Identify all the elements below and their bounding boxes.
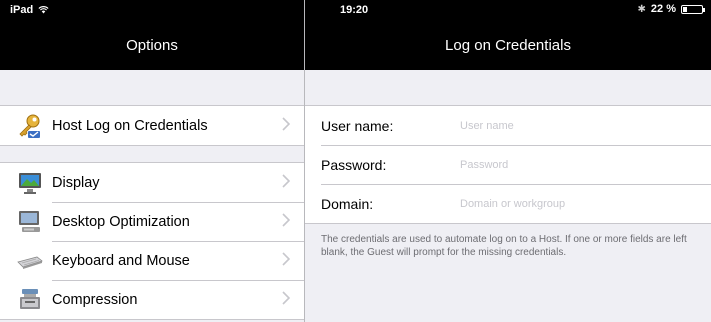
- options-group-settings: Display Desktop Optimization Keyboard an…: [0, 162, 304, 320]
- username-label: User name:: [321, 117, 394, 134]
- password-row: Password:: [305, 145, 711, 184]
- menu-item-keyboard-and-mouse[interactable]: Keyboard and Mouse: [0, 241, 304, 280]
- menu-item-label: Compression: [52, 291, 138, 308]
- wifi-icon: [38, 6, 49, 14]
- credentials-title: Log on Credentials: [445, 36, 571, 54]
- display-icon: [19, 172, 41, 194]
- domain-label: Domain:: [321, 195, 374, 212]
- domain-field[interactable]: [460, 197, 680, 210]
- options-list: Host Log on Credentials Display Desktop …: [0, 70, 304, 322]
- credentials-form: User name: Password: Domain:: [305, 105, 711, 224]
- options-title: Options: [126, 36, 178, 54]
- chevron-right-icon: [282, 213, 290, 227]
- menu-item-label: Desktop Optimization: [52, 213, 190, 230]
- menu-item-label: Display: [52, 174, 100, 191]
- status-bar: iPad 19:20 ✱ 22 %: [0, 0, 711, 20]
- menu-item-display[interactable]: Display: [0, 163, 304, 202]
- compression-icon: [20, 288, 40, 309]
- options-group-credentials: Host Log on Credentials: [0, 105, 304, 146]
- battery-icon: [681, 4, 705, 14]
- username-row: User name:: [305, 106, 711, 145]
- device-label: iPad: [10, 4, 34, 16]
- menu-item-host-log-on-credentials[interactable]: Host Log on Credentials: [0, 106, 304, 145]
- domain-row: Domain:: [305, 184, 711, 223]
- bluetooth-icon: ✱: [637, 3, 646, 15]
- menu-item-desktop-optimization[interactable]: Desktop Optimization: [0, 202, 304, 241]
- battery-level: [683, 6, 687, 12]
- chevron-right-icon: [282, 291, 290, 305]
- password-field[interactable]: [460, 158, 680, 171]
- key-icon: [19, 114, 40, 138]
- keyboard-icon: [17, 256, 43, 269]
- username-field[interactable]: [460, 119, 680, 132]
- chevron-right-icon: [282, 174, 290, 188]
- clock: 19:20: [340, 4, 369, 16]
- credentials-pane: User name: Password: Domain: The credent…: [305, 70, 711, 322]
- chevron-right-icon: [282, 117, 290, 131]
- credentials-footnote: The credentials are used to automate log…: [321, 234, 687, 258]
- password-label: Password:: [321, 156, 387, 173]
- menu-item-label: Host Log on Credentials: [52, 117, 208, 134]
- battery-percent: 22 %: [650, 3, 676, 15]
- chevron-right-icon: [282, 252, 290, 266]
- menu-item-label: Keyboard and Mouse: [52, 252, 190, 269]
- options-navbar: Options: [0, 20, 304, 70]
- menu-item-compression[interactable]: Compression: [0, 280, 304, 319]
- credentials-navbar: Log on Credentials: [305, 20, 711, 70]
- desktop-icon: [19, 210, 40, 232]
